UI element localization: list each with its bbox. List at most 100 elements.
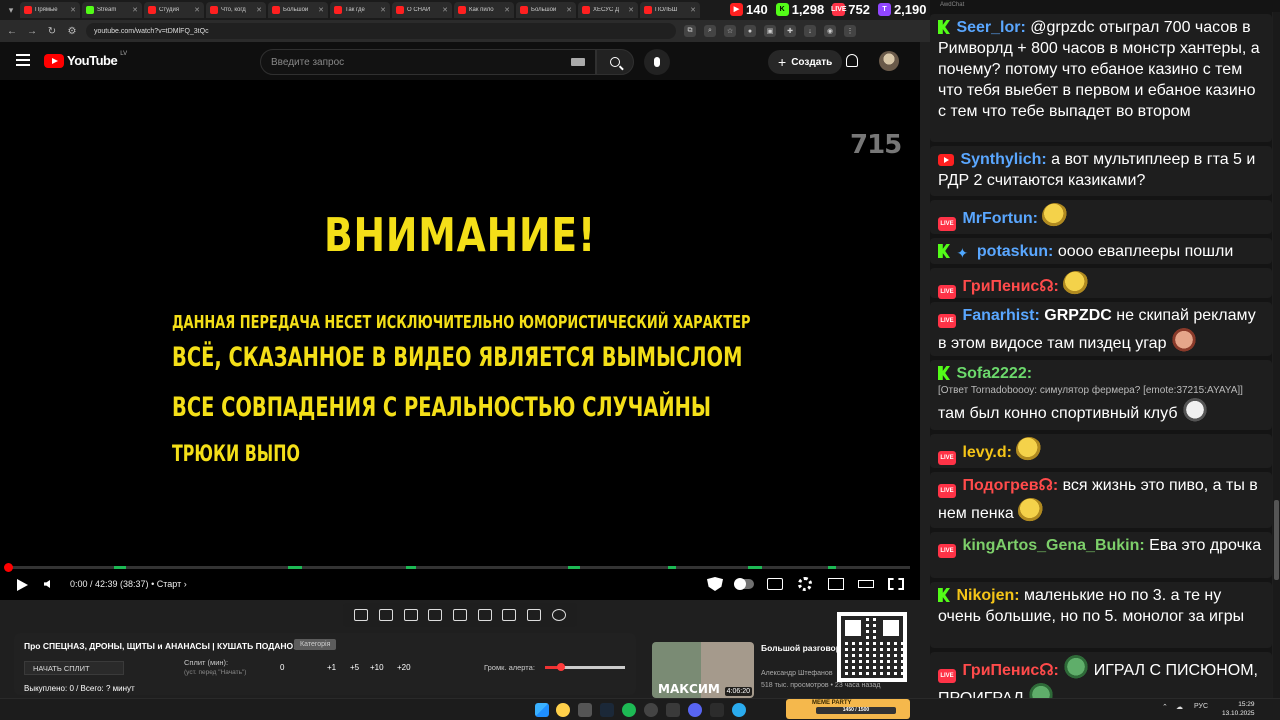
chat-nick[interactable]: Nikojen: bbox=[956, 587, 1019, 604]
sponsorblock-shield-icon[interactable] bbox=[707, 577, 723, 591]
search-input[interactable] bbox=[271, 56, 571, 68]
discord-icon[interactable] bbox=[688, 703, 702, 717]
browser-tab[interactable]: Большой ✕ bbox=[516, 2, 576, 18]
back-icon[interactable]: ← bbox=[6, 26, 18, 37]
chat-nick[interactable]: kingArtos_Gena_Bukin: bbox=[962, 537, 1144, 554]
extensions-puzzle-icon[interactable]: ✚ bbox=[784, 25, 796, 37]
slider-knob[interactable] bbox=[557, 663, 565, 671]
audio-icon[interactable] bbox=[378, 609, 393, 621]
browser-tab[interactable]: Что, когд ✕ bbox=[206, 2, 266, 18]
close-tab-icon[interactable]: ✕ bbox=[318, 6, 324, 14]
chat-nick[interactable]: ГриПенис☊: bbox=[962, 278, 1058, 295]
browser-tab[interactable]: Прямые ✕ bbox=[20, 2, 80, 18]
play-icon[interactable] bbox=[17, 579, 28, 591]
chat-nick[interactable]: Sofa2222: bbox=[956, 365, 1032, 382]
telegram-icon[interactable] bbox=[732, 703, 746, 717]
meme-party-widget[interactable]: MEME PARTY 1450 / 1500 bbox=[786, 699, 910, 719]
chat-nick[interactable]: Fanarhist: bbox=[962, 307, 1039, 324]
close-tab-icon[interactable]: ✕ bbox=[194, 6, 200, 14]
forward-icon[interactable]: → bbox=[26, 26, 38, 37]
keyboard-language[interactable]: РУС bbox=[1194, 703, 1208, 710]
related-video-channel[interactable]: Александр Штефанов bbox=[761, 670, 839, 677]
url-field[interactable]: youtube.com/watch?v=tDMlFQ_3tQc bbox=[86, 23, 676, 39]
profile-icon[interactable]: ◉ bbox=[824, 25, 836, 37]
menu-dots-icon[interactable]: ⋮ bbox=[844, 25, 856, 37]
tray-chevron-icon[interactable]: ⌃ bbox=[1162, 703, 1168, 711]
create-button[interactable]: + Создать bbox=[768, 50, 843, 74]
search-button[interactable] bbox=[596, 49, 634, 75]
theater-mode-icon[interactable] bbox=[858, 580, 874, 588]
bookmark-star-icon[interactable]: ☆ bbox=[724, 25, 736, 37]
obs-icon[interactable] bbox=[644, 703, 658, 717]
close-tab-icon[interactable]: ✕ bbox=[504, 6, 510, 14]
site-info-icon[interactable]: ⚙ bbox=[66, 26, 78, 37]
progress-scrubber[interactable] bbox=[4, 563, 13, 572]
add-1-button[interactable]: +1 bbox=[327, 663, 336, 672]
miniplayer-icon[interactable] bbox=[828, 578, 844, 590]
steam-icon[interactable] bbox=[600, 703, 614, 717]
zoom-icon[interactable]: ⌕ bbox=[704, 25, 716, 37]
chat-nick[interactable]: potaskun: bbox=[977, 243, 1053, 260]
extension-icon[interactable]: ⧉ bbox=[684, 25, 696, 37]
app-icon[interactable] bbox=[666, 703, 680, 717]
screenshot-camera-icon[interactable] bbox=[526, 609, 541, 621]
related-video-thumbnail[interactable]: МАКСИМ 4:06:20 bbox=[652, 642, 754, 698]
browser-tab[interactable]: О СНАЙ ✕ bbox=[392, 2, 452, 18]
chat-nick[interactable]: Seer_lor: bbox=[956, 19, 1025, 36]
keyboard-icon[interactable] bbox=[571, 58, 585, 66]
add-icon[interactable] bbox=[502, 609, 517, 621]
download-icon[interactable]: ↓ bbox=[804, 25, 816, 37]
menu-icon[interactable] bbox=[16, 54, 30, 66]
cinema-icon[interactable] bbox=[403, 609, 418, 621]
fullscreen-icon[interactable] bbox=[888, 578, 904, 590]
add-5-button[interactable]: +5 bbox=[350, 663, 359, 672]
browser-tab[interactable]: Так где ✕ bbox=[330, 2, 390, 18]
close-tab-icon[interactable]: ✕ bbox=[70, 6, 76, 14]
chat-scrollbar[interactable] bbox=[1273, 12, 1280, 698]
chrome-icon[interactable] bbox=[556, 703, 570, 717]
windows-start-icon[interactable] bbox=[535, 703, 549, 717]
reload-icon[interactable]: ↻ bbox=[46, 26, 58, 37]
extension-icon[interactable]: ● bbox=[744, 25, 756, 37]
speed-icon[interactable] bbox=[477, 609, 492, 621]
close-tab-icon[interactable]: ✕ bbox=[380, 6, 386, 14]
browser-tab[interactable]: Как пило ✕ bbox=[454, 2, 514, 18]
video-progress-bar[interactable] bbox=[4, 563, 910, 572]
youtube-logo[interactable]: YouTube LV bbox=[44, 51, 127, 68]
browser-tab[interactable]: Stream ✕ bbox=[82, 2, 142, 18]
cloud-icon[interactable]: ☁ bbox=[1176, 703, 1183, 711]
tab-search-icon[interactable]: ▾ bbox=[4, 3, 18, 17]
volume-icon[interactable] bbox=[44, 580, 50, 588]
browser-tab[interactable]: ПОЛЬШ ✕ bbox=[640, 2, 700, 18]
browser-tab[interactable]: Студия ✕ bbox=[144, 2, 204, 18]
close-tab-icon[interactable]: ✕ bbox=[442, 6, 448, 14]
settings-icon[interactable] bbox=[551, 609, 566, 621]
add-20-button[interactable]: +20 bbox=[397, 663, 411, 672]
app-icon[interactable] bbox=[710, 703, 724, 717]
alert-volume-slider[interactable] bbox=[545, 663, 625, 671]
close-tab-icon[interactable]: ✕ bbox=[566, 6, 572, 14]
close-tab-icon[interactable]: ✕ bbox=[256, 6, 262, 14]
related-video-title[interactable]: Большой разговор с Максимом Кацем bbox=[761, 643, 841, 654]
chat-nick[interactable]: levy.d: bbox=[962, 444, 1012, 461]
close-tab-icon[interactable]: ✕ bbox=[690, 6, 696, 14]
browser-tab[interactable]: ХЕСУС Д ✕ bbox=[578, 2, 638, 18]
scrollbar-thumb[interactable] bbox=[1274, 500, 1279, 580]
video-player[interactable]: 715 ВНИМАНИЕ! ДАННАЯ ПЕРЕДАЧА НЕСЕТ ИСКЛ… bbox=[0, 80, 920, 600]
browser-tab[interactable]: Большой ✕ bbox=[268, 2, 328, 18]
chat-nick[interactable]: MrFortun: bbox=[962, 210, 1038, 227]
add-10-button[interactable]: +10 bbox=[370, 663, 384, 672]
file-explorer-icon[interactable] bbox=[578, 703, 592, 717]
chat-nick[interactable]: Подогрев☊: bbox=[962, 477, 1058, 494]
avatar[interactable] bbox=[879, 51, 899, 71]
close-tab-icon[interactable]: ✕ bbox=[132, 6, 138, 14]
spotify-icon[interactable] bbox=[622, 703, 636, 717]
start-split-button[interactable]: НАЧАТЬ СПЛИТ bbox=[24, 661, 124, 675]
loop-icon[interactable] bbox=[354, 609, 369, 621]
close-tab-icon[interactable]: ✕ bbox=[628, 6, 634, 14]
subtitles-icon[interactable] bbox=[767, 578, 783, 590]
system-clock[interactable]: 15:29 13.10.2025 bbox=[1222, 700, 1255, 718]
chat-nick[interactable]: ГриПенис☊: bbox=[962, 662, 1058, 679]
voice-search-button[interactable] bbox=[644, 49, 670, 75]
settings-gear-icon[interactable] bbox=[798, 577, 812, 591]
